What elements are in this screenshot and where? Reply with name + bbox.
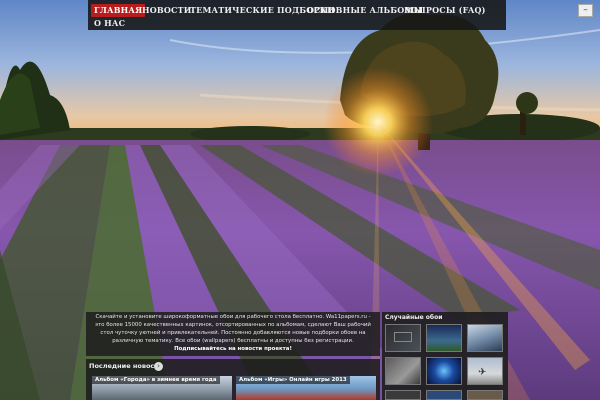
wallpaper-thumb[interactable]	[426, 390, 462, 400]
nav-item-home[interactable]: ГЛАВНАЯ	[91, 4, 146, 17]
subscribe-link[interactable]: Подписывайтесь на новости проекта!	[174, 346, 292, 352]
album-card-label: Альбом «Игры» Онлайн игры 2013	[236, 376, 350, 384]
main-navigation: ГЛАВНАЯ НОВОСТИ ТЕМАТИЧЕСКИЕ ПОДБОРКИ ОС…	[88, 0, 593, 30]
nav-item-about[interactable]: О НАС	[94, 18, 125, 28]
arrow-right-icon[interactable]: ›	[154, 362, 163, 371]
wallpaper-thumb[interactable]	[426, 324, 462, 352]
nav-collapse-button[interactable]: –	[578, 4, 593, 17]
wallpaper-thumb[interactable]: ✈	[467, 357, 503, 385]
wallpaper-thumb[interactable]	[385, 357, 421, 385]
wallpaper-thumb[interactable]	[426, 357, 462, 385]
latest-news-title: Последние новости	[89, 362, 163, 370]
intro-text: Скачайте и установите широкоформатные об…	[95, 314, 371, 344]
monitor-icon	[394, 332, 412, 342]
wallpaper-thumb[interactable]	[385, 390, 421, 400]
album-card-cities[interactable]: Альбом «Города» в зимнее время года	[92, 376, 232, 400]
album-card-games[interactable]: Альбом «Игры» Онлайн игры 2013	[236, 376, 376, 400]
intro-panel: Скачайте и установите широкоформатные об…	[86, 312, 380, 356]
wallpaper-thumb[interactable]	[385, 324, 421, 352]
wallpaper-thumb[interactable]	[467, 390, 503, 400]
random-wallpapers-panel: Случайные обои ✈	[382, 312, 508, 400]
airplane-icon: ✈	[478, 367, 487, 378]
latest-news-panel: Последние новости › Альбом «Города» в зи…	[86, 359, 380, 400]
nav-item-faq[interactable]: ВОПРОСЫ (FAQ)	[404, 5, 486, 15]
random-wallpapers-title: Случайные обои	[385, 314, 443, 321]
wallpaper-thumb[interactable]	[467, 324, 503, 352]
album-card-label: Альбом «Города» в зимнее время года	[92, 376, 220, 384]
nav-item-news[interactable]: НОВОСТИ	[142, 5, 192, 15]
